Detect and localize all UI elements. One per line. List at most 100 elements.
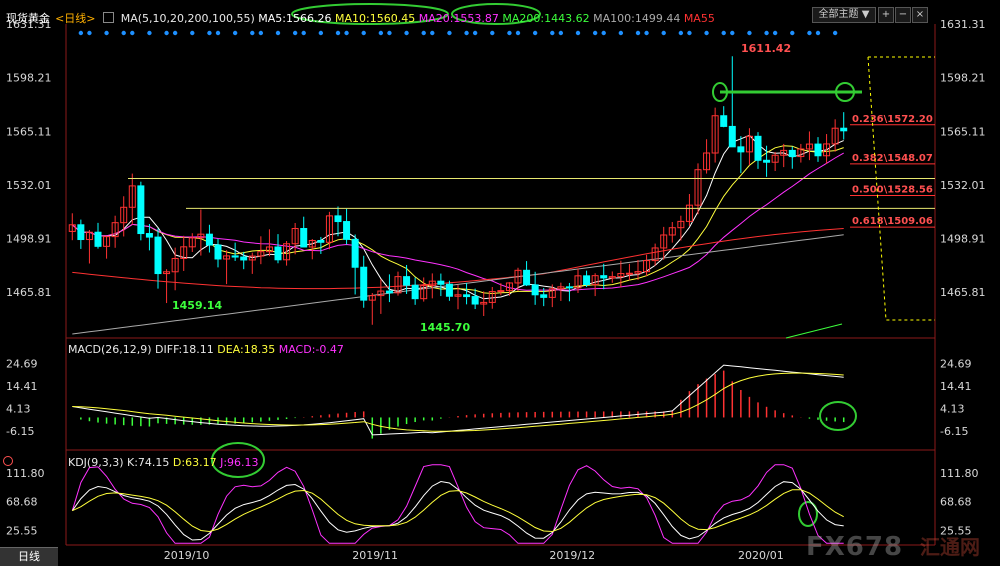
kdj-tick-label-left: 25.55	[6, 524, 38, 537]
candle-body	[334, 215, 342, 223]
ma-legend-ma55: MA55	[683, 12, 715, 25]
fib-label: 0.236\1572.20	[852, 114, 933, 125]
macd-dea-line	[72, 372, 844, 432]
signal-dot	[421, 30, 426, 36]
signal-dot	[301, 30, 306, 36]
chevron-down-icon: ▼	[861, 9, 870, 20]
signal-dot	[601, 30, 606, 36]
period-selector[interactable]: <日线>	[55, 12, 95, 25]
candle-body	[728, 125, 736, 148]
candle-body	[360, 266, 368, 301]
price-tick-label-right: 1598.21	[940, 72, 986, 85]
kdj-k: K:74.15	[127, 456, 170, 469]
candle-body	[317, 240, 325, 243]
candle-body	[523, 269, 531, 286]
date-tick-label: 2019/10	[164, 549, 210, 562]
watermark-cn: 汇通网	[920, 535, 980, 559]
candle-body	[754, 135, 762, 161]
kdj-tick-label-left: 111.80	[6, 467, 45, 480]
macd-tick-label-right: 14.41	[940, 380, 972, 393]
zoom-out-icon[interactable]: −	[895, 7, 911, 23]
signal-dot	[404, 30, 409, 36]
ma100-line	[72, 234, 844, 335]
candlestick-chart: 1631.31 1631.311598.21 1598.211565.11 1565.…	[6, 3, 986, 562]
instrument-title: 现货黄金	[6, 12, 50, 25]
candle-body	[385, 290, 393, 294]
signal-dot	[164, 30, 169, 36]
close-button[interactable]: ×	[912, 7, 928, 23]
candle-body	[351, 238, 359, 268]
settings-icon[interactable]	[102, 12, 114, 23]
signal-dot	[172, 30, 178, 36]
watermark-logo: FX678	[806, 532, 904, 562]
signal-dot	[730, 30, 735, 36]
indicator-settings-icon[interactable]	[3, 456, 13, 466]
candle-body	[231, 255, 239, 258]
signal-dot	[550, 30, 555, 36]
candle-body	[788, 149, 796, 158]
signal-dot	[447, 30, 452, 36]
signal-dot	[815, 30, 821, 36]
macd-title: MACD(26,12,9)	[68, 343, 152, 356]
signal-dot	[361, 30, 366, 36]
candle-body	[565, 286, 573, 289]
macd-tick-label-left: 14.41	[6, 380, 38, 393]
candle-body	[411, 284, 419, 300]
signal-dot	[147, 30, 152, 36]
low-price-label: 1445.70	[420, 321, 470, 334]
signal-dot	[275, 30, 281, 36]
signal-dot	[121, 30, 126, 36]
candle-body	[497, 290, 505, 293]
fib-label: 0.382\1548.07	[852, 153, 933, 164]
ma-legend-ma20: MA20:1553.87	[418, 12, 503, 25]
candle-body	[445, 283, 453, 297]
macd-tick-label-right: -6.15	[940, 425, 968, 438]
signal-dot	[618, 30, 624, 36]
signal-dot	[104, 30, 109, 36]
signal-dot	[378, 30, 384, 36]
signal-dot	[507, 30, 512, 36]
price-tick-label-right: 1631.31	[940, 18, 986, 31]
macd-tick-label-left: -6.15	[6, 425, 34, 438]
ma-legend-ma_params: MA(5,10,20,200,100,55)	[120, 12, 259, 25]
macd-tick-label-left: 24.69	[6, 358, 38, 371]
candle-body	[814, 143, 822, 157]
signal-dot	[258, 30, 264, 36]
signal-dot	[215, 30, 221, 36]
macd-diff: DIFF:18.11	[155, 343, 214, 356]
signal-dot	[190, 30, 195, 36]
kdj-tick-label-left: 68.68	[6, 496, 38, 509]
signal-dot	[335, 30, 341, 36]
kdj-legend: KDJ(9,3,3) K:74.15 D:63.17 J:96.13	[68, 456, 259, 469]
price-tick-label-right: 1498.91	[940, 233, 986, 246]
candle-body	[343, 221, 351, 240]
price-tick-label-right: 1532.01	[940, 179, 986, 192]
ma-legend-ma5: MA5:1566.26	[258, 12, 335, 25]
kdj-d: D:63.17	[172, 456, 217, 469]
candle-body	[274, 246, 282, 261]
signal-dot	[747, 30, 752, 36]
ma200-line	[785, 323, 843, 339]
candle-body	[720, 115, 728, 127]
zoom-in-icon[interactable]: +	[878, 7, 894, 23]
close-icon: ×	[915, 9, 925, 20]
signal-dot	[644, 30, 649, 36]
candle-body	[540, 294, 548, 298]
candle-body	[437, 280, 445, 285]
kdj-j-line	[71, 464, 844, 544]
fib-label: 0.618\1509.06	[852, 216, 933, 227]
theme-dropdown[interactable]: 全部主题 ▼	[812, 7, 876, 23]
ma5-line	[71, 134, 844, 300]
timeframe-button[interactable]: 日线	[0, 547, 58, 566]
price-tick-label-right: 1465.81	[940, 286, 986, 299]
candle-body	[240, 256, 248, 261]
ma-legend-ma100: MA100:1499.44	[593, 12, 684, 25]
signal-dot	[790, 30, 795, 36]
macd-diff-line	[72, 364, 844, 436]
signal-dot	[490, 30, 495, 36]
price-tick-label-right: 1565.11	[940, 125, 986, 138]
ma-legend-ma10: MA10:1560.45	[335, 12, 419, 25]
signal-dot	[130, 30, 135, 36]
date-tick-label: 2019/11	[352, 549, 398, 562]
candle-body	[600, 275, 608, 279]
